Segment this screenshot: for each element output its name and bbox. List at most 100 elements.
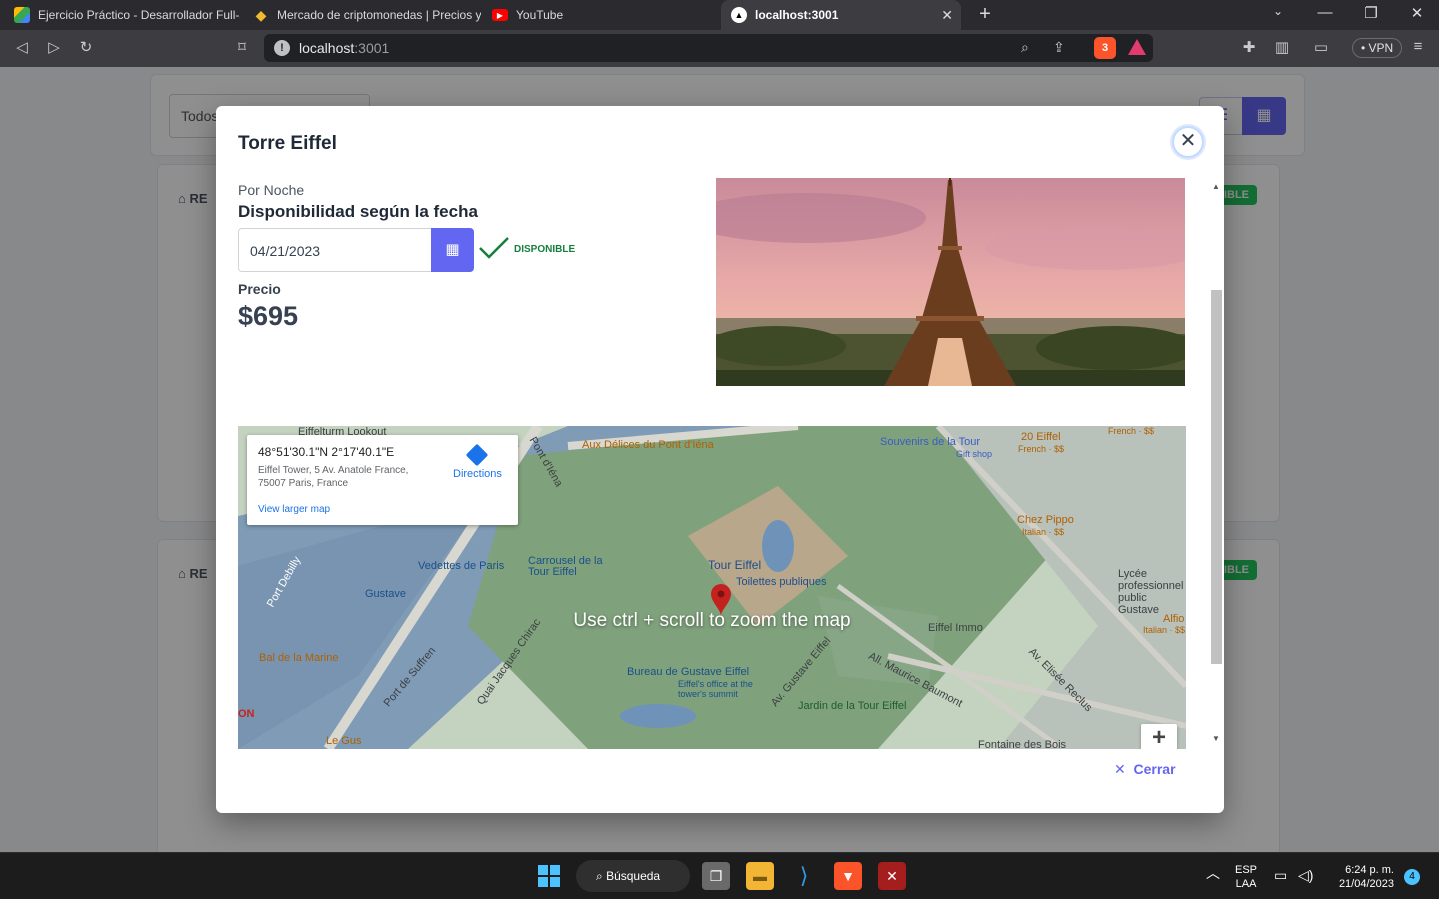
share-icon[interactable]: ⇪	[1053, 39, 1065, 56]
brave-shield-icon[interactable]: 3	[1094, 37, 1116, 59]
map-label: French · $$	[1108, 426, 1155, 436]
map-zoom-hint: Use ctrl + scroll to zoom the map	[573, 610, 851, 631]
close-window-icon[interactable]: ✕	[1405, 4, 1429, 22]
youtube-icon: ▶	[492, 9, 508, 21]
map-label: Carrousel de la Tour Eiffel	[528, 555, 603, 578]
tab-title: Mercado de criptomonedas | Precios y	[277, 8, 481, 22]
tab-title: YouTube	[516, 8, 564, 22]
map-label: ON	[238, 708, 255, 720]
map-label: Gift shop	[956, 449, 993, 459]
directions-link[interactable]: Directions	[453, 468, 502, 480]
checkmark-icon	[479, 237, 509, 259]
map-label: 20 Eiffel	[1021, 431, 1061, 443]
map-label: Eiffel's office at the tower's summit	[678, 679, 753, 699]
modal-body: ' Por Noche Disponibilidad según la fech…	[216, 178, 1224, 749]
brave-browser-icon[interactable]: ▼	[834, 862, 862, 890]
extensions-icon[interactable]: ✚	[1238, 38, 1260, 56]
scrollbar-thumb[interactable]	[1211, 290, 1222, 664]
forward-icon[interactable]: ▷	[43, 38, 65, 56]
map-label: Vedettes de Paris	[418, 560, 505, 572]
calendar-icon: ▦	[445, 241, 460, 258]
map-label: Jardin de la Tour Eiffel	[798, 700, 907, 712]
drive-icon	[14, 7, 30, 23]
minimize-icon[interactable]: —	[1313, 4, 1337, 21]
map-label: Italian · $$	[1022, 527, 1065, 537]
cerrar-label: Cerrar	[1133, 761, 1176, 777]
map-label: Toilettes publiques	[736, 576, 827, 588]
clock[interactable]: 6:24 p. m. 21/04/2023	[1330, 863, 1394, 891]
map-label: Aux Délices du Pont d'Iéna	[582, 439, 714, 451]
directions-icon[interactable]	[465, 443, 489, 467]
close-icon: ✕	[1114, 761, 1126, 777]
property-photo	[716, 178, 1185, 386]
wallet-icon[interactable]: ▭	[1310, 38, 1332, 56]
map-label: Gustave	[365, 588, 406, 600]
date-input[interactable]: 04/21/2023	[238, 228, 432, 272]
tab-bar: Ejercicio Práctico - Desarrollador Full-…	[0, 0, 1439, 30]
back-icon[interactable]: ◁	[11, 38, 33, 56]
map-info-card: 48°51'30.1"N 2°17'40.1"E Eiffel Tower, 5…	[247, 435, 518, 525]
zoom-icon[interactable]: ⌕	[1021, 39, 1029, 56]
binance-icon: ◆	[255, 6, 267, 23]
map-label: Bal de la Marine	[259, 652, 339, 664]
scroll-up-icon[interactable]: ▲	[1212, 182, 1220, 191]
modal-scrollbar[interactable]: ▲ ▼	[1209, 178, 1224, 749]
map-coordinates: 48°51'30.1"N 2°17'40.1"E	[258, 445, 395, 459]
tab-youtube[interactable]: ▶ YouTube	[482, 0, 718, 30]
map-address: Eiffel Tower, 5 Av. Anatole France, 7500…	[258, 465, 409, 489]
tray-overflow-icon[interactable]: ︿	[1206, 866, 1220, 880]
map-label: French · $$	[1018, 444, 1065, 454]
modal-title: Torre Eiffel	[238, 133, 337, 154]
view-larger-map-link[interactable]: View larger map	[258, 504, 330, 515]
availability-title: Disponibilidad según la fecha	[238, 202, 478, 221]
cerrar-button[interactable]: ✕ Cerrar	[1114, 761, 1176, 778]
vscode-icon[interactable]: ⟩	[790, 862, 818, 890]
property-modal: Torre Eiffel ✕ ' Por Noche Disponibilida…	[216, 106, 1224, 813]
language-indicator[interactable]: ESP LAA	[1235, 863, 1257, 891]
volume-icon[interactable]: ◁)	[1298, 868, 1313, 882]
restore-icon[interactable]: ❐	[1359, 4, 1383, 22]
tab-title: localhost:3001	[755, 8, 839, 22]
site-info-icon[interactable]: !	[274, 40, 290, 56]
close-tab-icon[interactable]: ✕	[941, 7, 953, 24]
close-icon[interactable]: ✕	[1172, 126, 1204, 158]
tab-localhost[interactable]: ▲ localhost:3001 ✕	[721, 0, 961, 30]
address-bar[interactable]: ! localhost:3001 ⌕ ⇪ 3	[264, 34, 1153, 62]
menu-icon[interactable]: ≡	[1407, 38, 1429, 55]
tab-ejercicio[interactable]: Ejercicio Práctico - Desarrollador Full-…	[4, 0, 240, 30]
tab-crypto[interactable]: ◆ Mercado de criptomonedas | Precios y	[243, 0, 481, 30]
vpn-button[interactable]: • VPN	[1352, 38, 1403, 58]
dota-icon[interactable]: ✕	[878, 862, 906, 890]
app-icon: ▲	[731, 7, 747, 23]
per-night-label: Por Noche	[238, 182, 305, 198]
task-view-icon[interactable]: ❐	[702, 862, 730, 890]
map-label: Souvenirs de la Tour	[880, 436, 981, 448]
brave-rewards-icon[interactable]	[1128, 39, 1146, 55]
zoom-in-button[interactable]: +	[1141, 724, 1177, 749]
bookmark-icon[interactable]: ⌑	[231, 38, 253, 56]
tab-search-icon[interactable]: ⌄	[1266, 4, 1290, 18]
network-icon[interactable]: ▭	[1274, 868, 1287, 882]
scroll-down-icon[interactable]: ▼	[1212, 734, 1220, 743]
map-label: Chez Pippo	[1017, 514, 1074, 526]
calendar-button[interactable]: ▦	[431, 228, 474, 272]
map-label: Lycée professionnel public Gustave	[1118, 568, 1184, 616]
map-embed[interactable]: Aux Délices du Pont d'Iéna Souvenirs de …	[238, 426, 1186, 749]
windows-start-icon[interactable]	[538, 865, 560, 887]
url-text: localhost:3001	[299, 40, 390, 56]
price-value: $695	[238, 301, 299, 331]
new-tab-button[interactable]: +	[974, 3, 996, 26]
notification-badge[interactable]: 4	[1404, 869, 1420, 885]
map-label: Bureau de Gustave Eiffel	[627, 666, 750, 678]
taskbar-search[interactable]: ⌕ Búsqueda	[576, 860, 690, 892]
taskbar: ⌕ Búsqueda ❐ ▬ ⟩ ▼ ✕ ︿ ESP LAA ▭ ◁) 6:24 …	[0, 852, 1439, 899]
file-explorer-icon[interactable]: ▬	[746, 862, 774, 890]
map-label: Fontaine des Bois	[978, 739, 1067, 749]
availability-status: DISPONIBLE	[514, 244, 576, 255]
sidebar-icon[interactable]: ▥	[1271, 38, 1293, 56]
price-label: Precio	[238, 281, 281, 297]
map-label: Le Gus	[326, 735, 362, 747]
map-label: Tour Eiffel	[708, 558, 762, 572]
reload-icon[interactable]: ↻	[75, 38, 97, 56]
browser-toolbar: ◁ ▷ ↻ ⌑ ! localhost:3001 ⌕ ⇪ 3 ✚ ▥ ▭ • V…	[0, 30, 1439, 67]
